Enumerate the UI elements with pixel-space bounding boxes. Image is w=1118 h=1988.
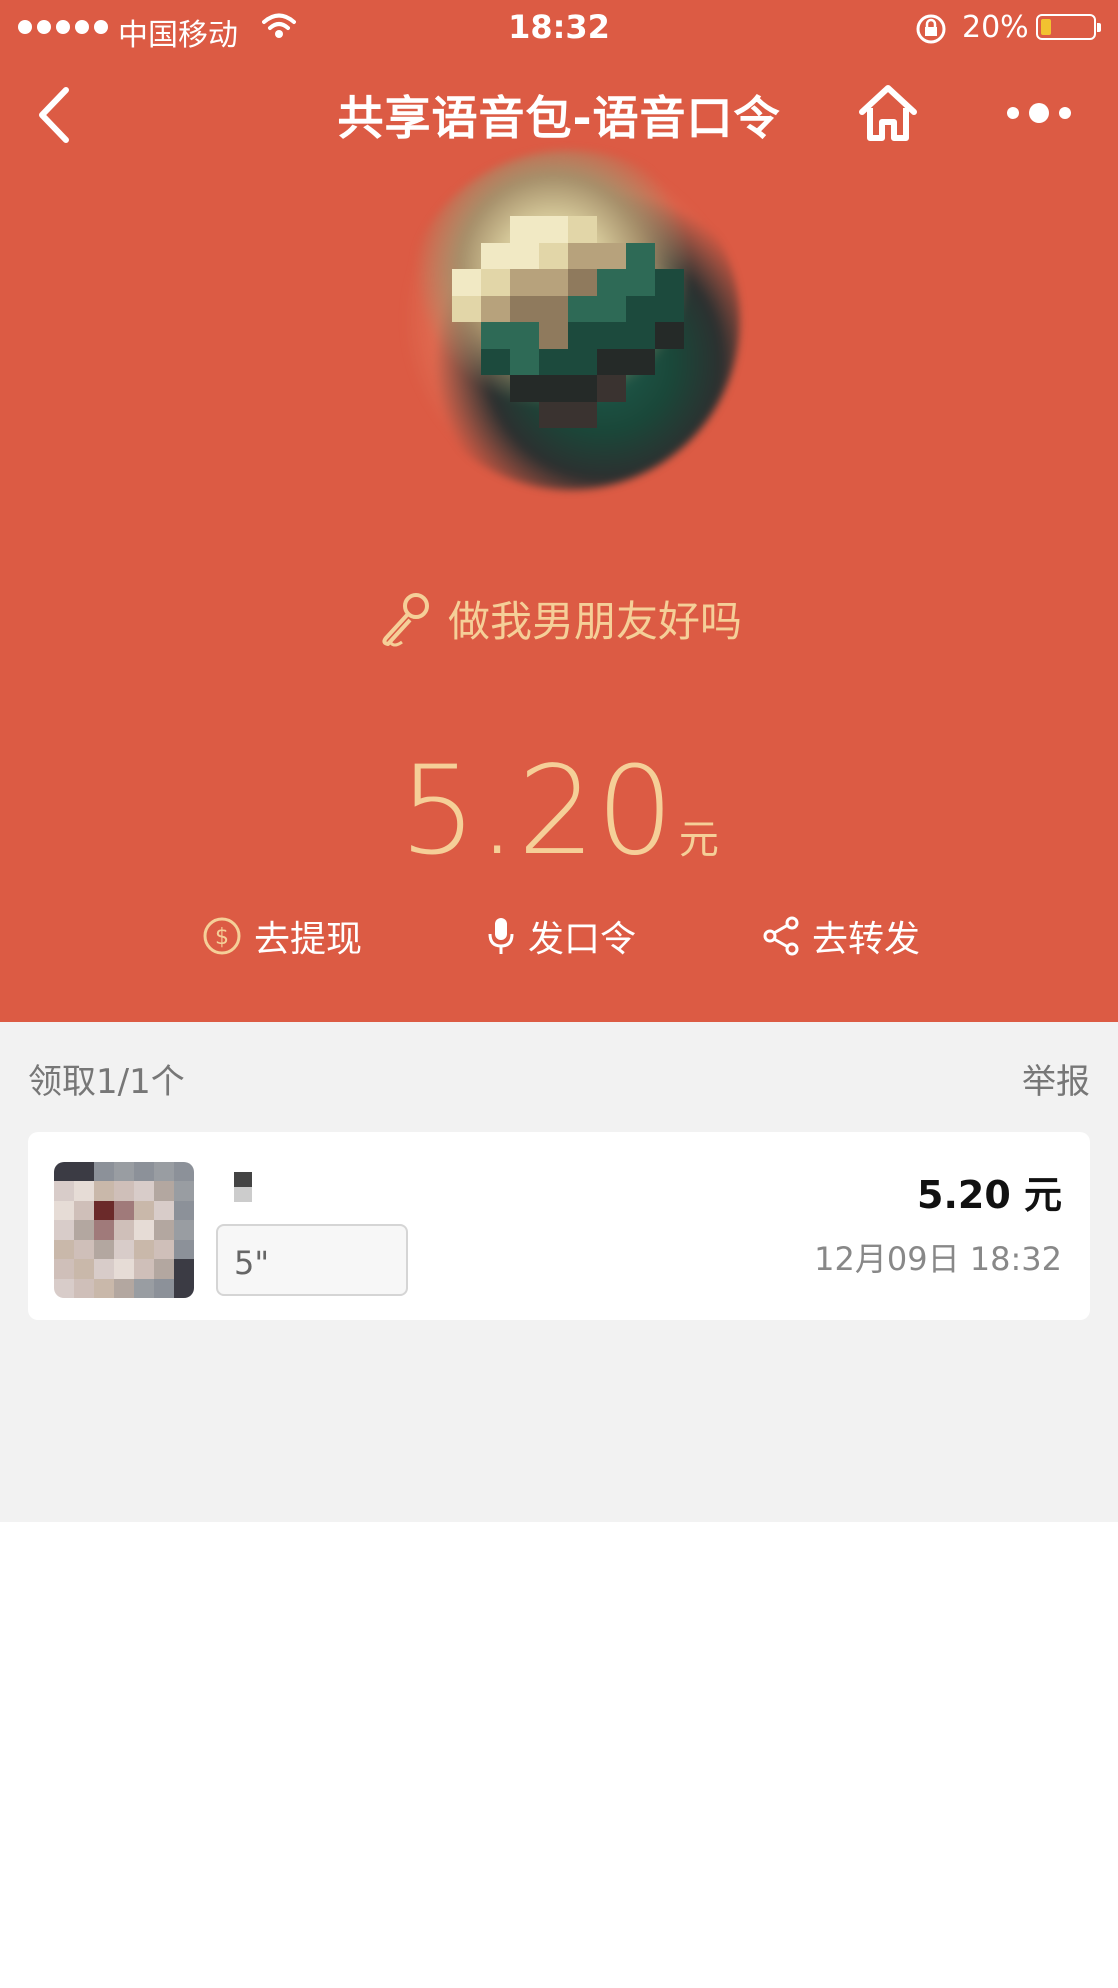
karaoke-microphone-icon: [382, 592, 429, 646]
share-icon: [763, 916, 799, 956]
status-bar: 中国移动 18:32 20%: [0, 0, 1118, 56]
voice-command-slogan: 做我男朋友好吗: [0, 588, 1118, 649]
rotation-lock-icon: [916, 14, 946, 44]
amount-value: 5.20: [399, 740, 675, 882]
avatar: [54, 1162, 194, 1298]
home-icon[interactable]: [856, 82, 920, 144]
withdraw-button[interactable]: $ 去提现: [202, 910, 362, 962]
more-icon[interactable]: [1004, 96, 1074, 130]
report-link[interactable]: 举报: [1022, 1054, 1090, 1103]
claimed-amount: 5.20 元: [917, 1173, 1062, 1217]
sender-avatar: [452, 216, 684, 428]
status-time: 18:32: [508, 8, 610, 46]
dollar-circle-icon: $: [203, 917, 241, 955]
forward-label: 去转发: [812, 919, 921, 960]
recipient-name: [234, 1172, 252, 1202]
list-item[interactable]: 5" 5.20 元 12月09日 18:32: [28, 1132, 1090, 1320]
send-command-button[interactable]: 发口令: [486, 910, 636, 962]
page-title: 共享语音包-语音口令: [337, 91, 781, 145]
battery-icon: [1036, 14, 1101, 40]
voice-duration: 5": [234, 1244, 270, 1282]
send-command-label: 发口令: [528, 919, 637, 960]
amount-unit: 元: [678, 817, 719, 863]
voice-message-bubble[interactable]: 5": [216, 1224, 408, 1296]
forward-button[interactable]: 去转发: [762, 910, 920, 962]
withdraw-label: 去提现: [254, 919, 363, 960]
battery-percent: 20%: [962, 10, 1029, 45]
slogan-text: 做我男朋友好吗: [447, 597, 742, 646]
envelope-amount: 5.20 元: [0, 740, 1118, 882]
action-bar: $ 去提现 发口令 去转发: [0, 910, 1118, 970]
claimed-count: 领取1/1个: [28, 1062, 185, 1102]
svg-text:$: $: [215, 925, 229, 950]
microphone-icon: [488, 918, 514, 954]
claimed-time: 12月09日 18:32: [814, 1240, 1062, 1278]
